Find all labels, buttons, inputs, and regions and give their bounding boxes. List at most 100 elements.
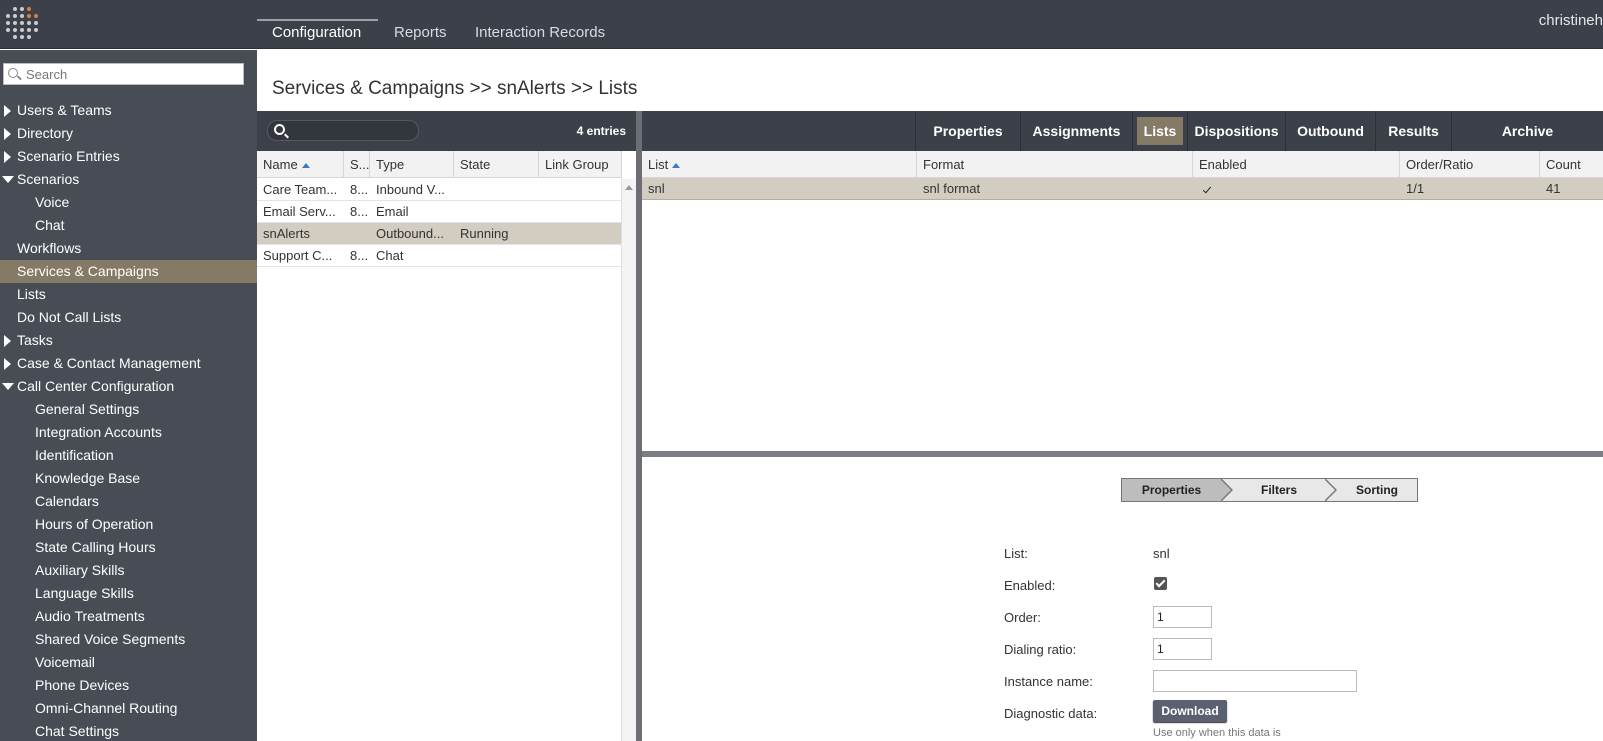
scroll-up-icon[interactable] xyxy=(625,185,633,190)
sidebar-item-omni-channel-routing[interactable]: Omni-Channel Routing xyxy=(0,697,257,720)
cell-link xyxy=(539,245,622,267)
tab-reports[interactable]: Reports xyxy=(394,24,447,41)
cell-count: 41 xyxy=(1546,181,1561,196)
order-input[interactable] xyxy=(1153,606,1212,628)
sidebar-item-label: Workflows xyxy=(17,240,82,256)
sidebar-item-users-teams[interactable]: Users & Teams xyxy=(0,99,257,122)
detail-tab-results[interactable]: Results xyxy=(1375,111,1451,151)
sidebar-item-phone-devices[interactable]: Phone Devices xyxy=(0,674,257,697)
download-button[interactable]: Download xyxy=(1153,700,1227,722)
sidebar-item-directory[interactable]: Directory xyxy=(0,122,257,145)
col-header-count[interactable]: Count xyxy=(1540,151,1603,178)
detail-tab-dispositions[interactable]: Dispositions xyxy=(1187,111,1285,151)
detail-tab-assignments[interactable]: Assignments xyxy=(1020,111,1132,151)
col-header-format[interactable]: Format xyxy=(917,151,1193,178)
table-row[interactable]: Email Serv... 8... Email xyxy=(257,201,621,223)
detail-tab-archive[interactable]: Archive xyxy=(1451,111,1603,151)
col-header-state[interactable]: State xyxy=(454,151,539,178)
expand-right-icon[interactable] xyxy=(4,151,11,163)
sidebar-item-tasks[interactable]: Tasks xyxy=(0,329,257,352)
sidebar-item-scenarios[interactable]: Scenarios xyxy=(0,168,257,191)
cell-state: Running xyxy=(460,226,509,241)
col-header-link-group[interactable]: Link Group xyxy=(539,151,622,178)
sidebar-item-do-not-call-lists[interactable]: Do Not Call Lists xyxy=(0,306,257,329)
app-grid-dot xyxy=(6,14,10,18)
expand-down-icon[interactable] xyxy=(2,383,14,390)
sidebar-item-auxiliary-skills[interactable]: Auxiliary Skills xyxy=(0,559,257,582)
cell-type: Email xyxy=(376,204,409,219)
sidebar-item-case-contact-management[interactable]: Case & Contact Management xyxy=(0,352,257,375)
expand-right-icon[interactable] xyxy=(4,105,11,117)
sidebar-item-calendars[interactable]: Calendars xyxy=(0,490,257,513)
col-header-order-ratio[interactable]: Order/Ratio xyxy=(1400,151,1540,178)
sidebar-item-state-calling-hours[interactable]: State Calling Hours xyxy=(0,536,257,559)
app-grid-dot xyxy=(20,14,24,18)
sidebar-item-identification[interactable]: Identification xyxy=(0,444,257,467)
detail-tab-properties[interactable]: Properties xyxy=(915,111,1020,151)
sidebar-item-scenario-entries[interactable]: Scenario Entries xyxy=(0,145,257,168)
services-scrollbar[interactable] xyxy=(621,179,636,741)
sidebar-item-workflows[interactable]: Workflows xyxy=(0,237,257,260)
app-grid-dot xyxy=(6,28,10,32)
col-header-label: Name xyxy=(263,157,298,172)
sidebar-search-input[interactable] xyxy=(26,65,236,83)
sidebar-item-label: Scenarios xyxy=(17,171,80,187)
search-icon xyxy=(8,68,18,78)
enabled-checkbox[interactable] xyxy=(1154,577,1167,590)
expand-right-icon[interactable] xyxy=(4,128,11,140)
sidebar-item-label: Case & Contact Management xyxy=(17,355,201,371)
sidebar-item-lists[interactable]: Lists xyxy=(0,283,257,306)
sidebar-search[interactable] xyxy=(3,63,244,85)
instance-name-input[interactable] xyxy=(1153,670,1357,692)
sidebar-item-label: State Calling Hours xyxy=(35,539,156,555)
wizard-step-sorting[interactable]: Sorting xyxy=(1337,479,1417,501)
entries-count: 4 entries xyxy=(576,124,626,138)
app-grid-dot xyxy=(27,21,31,25)
expand-right-icon[interactable] xyxy=(4,358,11,370)
sidebar-item-audio-treatments[interactable]: Audio Treatments xyxy=(0,605,257,628)
sidebar-item-hours-of-operation[interactable]: Hours of Operation xyxy=(0,513,257,536)
sidebar-item-label: Directory xyxy=(17,125,74,141)
tab-interaction-records[interactable]: Interaction Records xyxy=(475,24,605,41)
sidebar-item-language-skills[interactable]: Language Skills xyxy=(0,582,257,605)
col-header-s[interactable]: S... xyxy=(344,151,370,178)
expand-right-icon[interactable] xyxy=(4,335,11,347)
sidebar-item-label: Chat Settings xyxy=(35,723,120,739)
tab-configuration[interactable]: Configuration xyxy=(272,24,361,41)
enabled-label: Enabled: xyxy=(1004,578,1056,593)
detail-tab-lists[interactable]: Lists xyxy=(1132,111,1187,151)
services-search-input[interactable] xyxy=(267,120,419,141)
table-row[interactable]: snAlerts Outbound... Running xyxy=(257,223,621,245)
sidebar-item-general-settings[interactable]: General Settings xyxy=(0,398,257,421)
wizard-step-filters[interactable]: Filters xyxy=(1233,479,1325,501)
table-row[interactable]: snl snl format 1/1 41 xyxy=(642,178,1603,200)
dialing-ratio-input[interactable] xyxy=(1153,638,1212,660)
wizard-chevron xyxy=(1324,478,1337,502)
sidebar-item-services-campaigns[interactable]: Services & Campaigns xyxy=(0,260,257,283)
sidebar-item-voicemail[interactable]: Voicemail xyxy=(0,651,257,674)
expand-down-icon[interactable] xyxy=(2,176,14,183)
app-grid-icon[interactable] xyxy=(6,7,38,39)
table-row[interactable]: Support C... 8... Chat xyxy=(257,245,621,267)
detail-tab-outbound[interactable]: Outbound xyxy=(1285,111,1375,151)
sidebar-item-chat[interactable]: Chat xyxy=(0,214,257,237)
username[interactable]: christineh xyxy=(1539,12,1603,29)
cell-type: Outbound... xyxy=(376,226,444,241)
app-grid-dot xyxy=(27,28,31,32)
sidebar-item-shared-voice-segments[interactable]: Shared Voice Segments xyxy=(0,628,257,651)
col-header-type[interactable]: Type xyxy=(370,151,454,178)
col-header-list[interactable]: List xyxy=(642,151,917,178)
app-grid-dot xyxy=(13,21,17,25)
sidebar-item-knowledge-base[interactable]: Knowledge Base xyxy=(0,467,257,490)
sidebar-item-call-center-configuration[interactable]: Call Center Configuration xyxy=(0,375,257,398)
col-header-enabled[interactable]: Enabled xyxy=(1193,151,1400,178)
sidebar-item-integration-accounts[interactable]: Integration Accounts xyxy=(0,421,257,444)
sidebar-item-label: Language Skills xyxy=(35,585,134,601)
col-header-name[interactable]: Name xyxy=(257,151,344,178)
breadcrumb: Services & Campaigns >> snAlerts >> List… xyxy=(272,78,638,99)
sidebar-item-voice[interactable]: Voice xyxy=(0,191,257,214)
sidebar-item-chat-settings[interactable]: Chat Settings xyxy=(0,720,257,741)
table-row[interactable]: Care Team... 8... Inbound V... xyxy=(257,179,621,201)
sidebar-item-label: Voice xyxy=(35,194,70,210)
wizard-step-properties[interactable]: Properties xyxy=(1122,479,1221,501)
